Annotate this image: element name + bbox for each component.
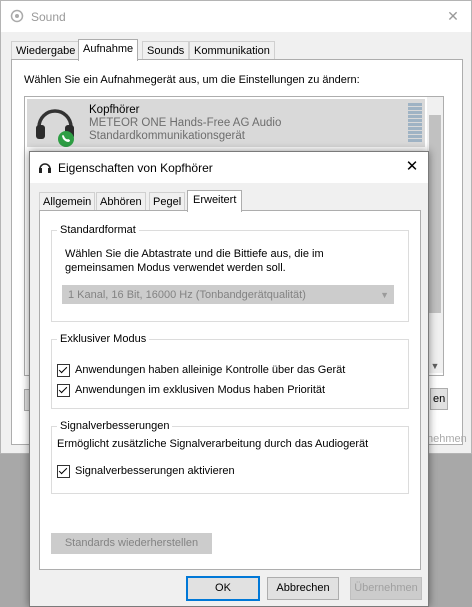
scroll-down-icon[interactable]: ▼ (427, 361, 443, 371)
close-button[interactable]: ✕ (400, 156, 424, 178)
tab-kommunikation[interactable]: Kommunikation (189, 41, 275, 60)
exclusive-mode-group: Exklusiver Modus Anwendungen haben allei… (51, 333, 409, 409)
close-button[interactable]: ✕ (441, 5, 465, 27)
sound-apply-button[interactable]: nehmen (427, 429, 467, 449)
properties-dialog: Eigenschaften von Kopfhörer ✕ Allgemein … (29, 151, 429, 607)
cancel-button[interactable]: Abbrechen (267, 577, 339, 600)
checkbox-label: Anwendungen im exklusiven Modus haben Pr… (75, 384, 326, 396)
checkbox-label: Signalverbesserungen aktivieren (75, 465, 235, 477)
apply-button: Übernehmen (350, 577, 422, 600)
tab-erweitert[interactable]: Erweitert (187, 190, 243, 212)
instruction-text: Wählen Sie ein Aufnahmegerät aus, um die… (24, 74, 360, 86)
scrollbar[interactable]: ▼ (427, 97, 443, 373)
default-format-group: Standardformat Wählen Sie die Abtastrate… (51, 224, 409, 322)
group-title: Signalverbesserungen (57, 420, 173, 432)
headset-icon (39, 163, 51, 173)
dialog-title: Eigenschaften von Kopfhörer (58, 161, 213, 175)
checkbox-checked-icon[interactable] (57, 384, 70, 397)
signal-enhancements-group: Signalverbesserungen Ermöglicht zusätzli… (51, 420, 409, 494)
list-item[interactable]: Kopfhörer METEOR ONE Hands-Free AG Audio… (27, 99, 425, 147)
ok-button[interactable]: OK (186, 576, 260, 601)
sound-titlebar: Sound ✕ (1, 1, 471, 32)
format-select: 1 Kanal, 16 Bit, 16000 Hz (Tonbandgerätq… (62, 285, 394, 304)
speaker-icon (10, 9, 24, 23)
tab-wiedergabe[interactable]: Wiedergabe (11, 41, 81, 60)
window-title: Sound (31, 10, 66, 24)
tab-aufnahme[interactable]: Aufnahme (78, 39, 139, 61)
checkbox-label: Anwendungen haben alleinige Kontrolle üb… (75, 364, 346, 376)
device-status: Standardkommunikationsgerät (89, 130, 245, 142)
scrollbar-thumb[interactable] (429, 115, 441, 313)
device-description: METEOR ONE Hands-Free AG Audio (89, 117, 282, 129)
properties-button[interactable]: en (430, 388, 449, 410)
group-title: Standardformat (57, 224, 139, 236)
level-meter (408, 103, 422, 143)
advanced-panel: Standardformat Wählen Sie die Abtastrate… (39, 210, 421, 570)
tab-pegel[interactable]: Pegel (149, 192, 186, 211)
dialog-titlebar: Eigenschaften von Kopfhörer ✕ (30, 152, 428, 183)
tab-allgemein[interactable]: Allgemein (39, 192, 96, 211)
format-select-value: 1 Kanal, 16 Bit, 16000 Hz (Tonbandgerätq… (68, 289, 306, 301)
tab-sounds[interactable]: Sounds (142, 41, 190, 60)
headset-icon (36, 109, 74, 147)
group-title: Exklusiver Modus (57, 333, 150, 345)
chevron-down-icon: ▼ (380, 290, 389, 300)
checkbox-checked-icon[interactable] (57, 364, 70, 377)
device-name: Kopfhörer (89, 104, 140, 116)
tab-abhoeren[interactable]: Abhören (96, 192, 146, 211)
enhancements-description: Ermöglicht zusätzliche Signalverarbeitun… (57, 438, 369, 450)
format-description: Wählen Sie die Abtastrate und die Bittie… (65, 248, 324, 274)
restore-defaults-button: Standards wiederherstellen (51, 533, 212, 554)
checkbox-checked-icon[interactable] (57, 465, 70, 478)
